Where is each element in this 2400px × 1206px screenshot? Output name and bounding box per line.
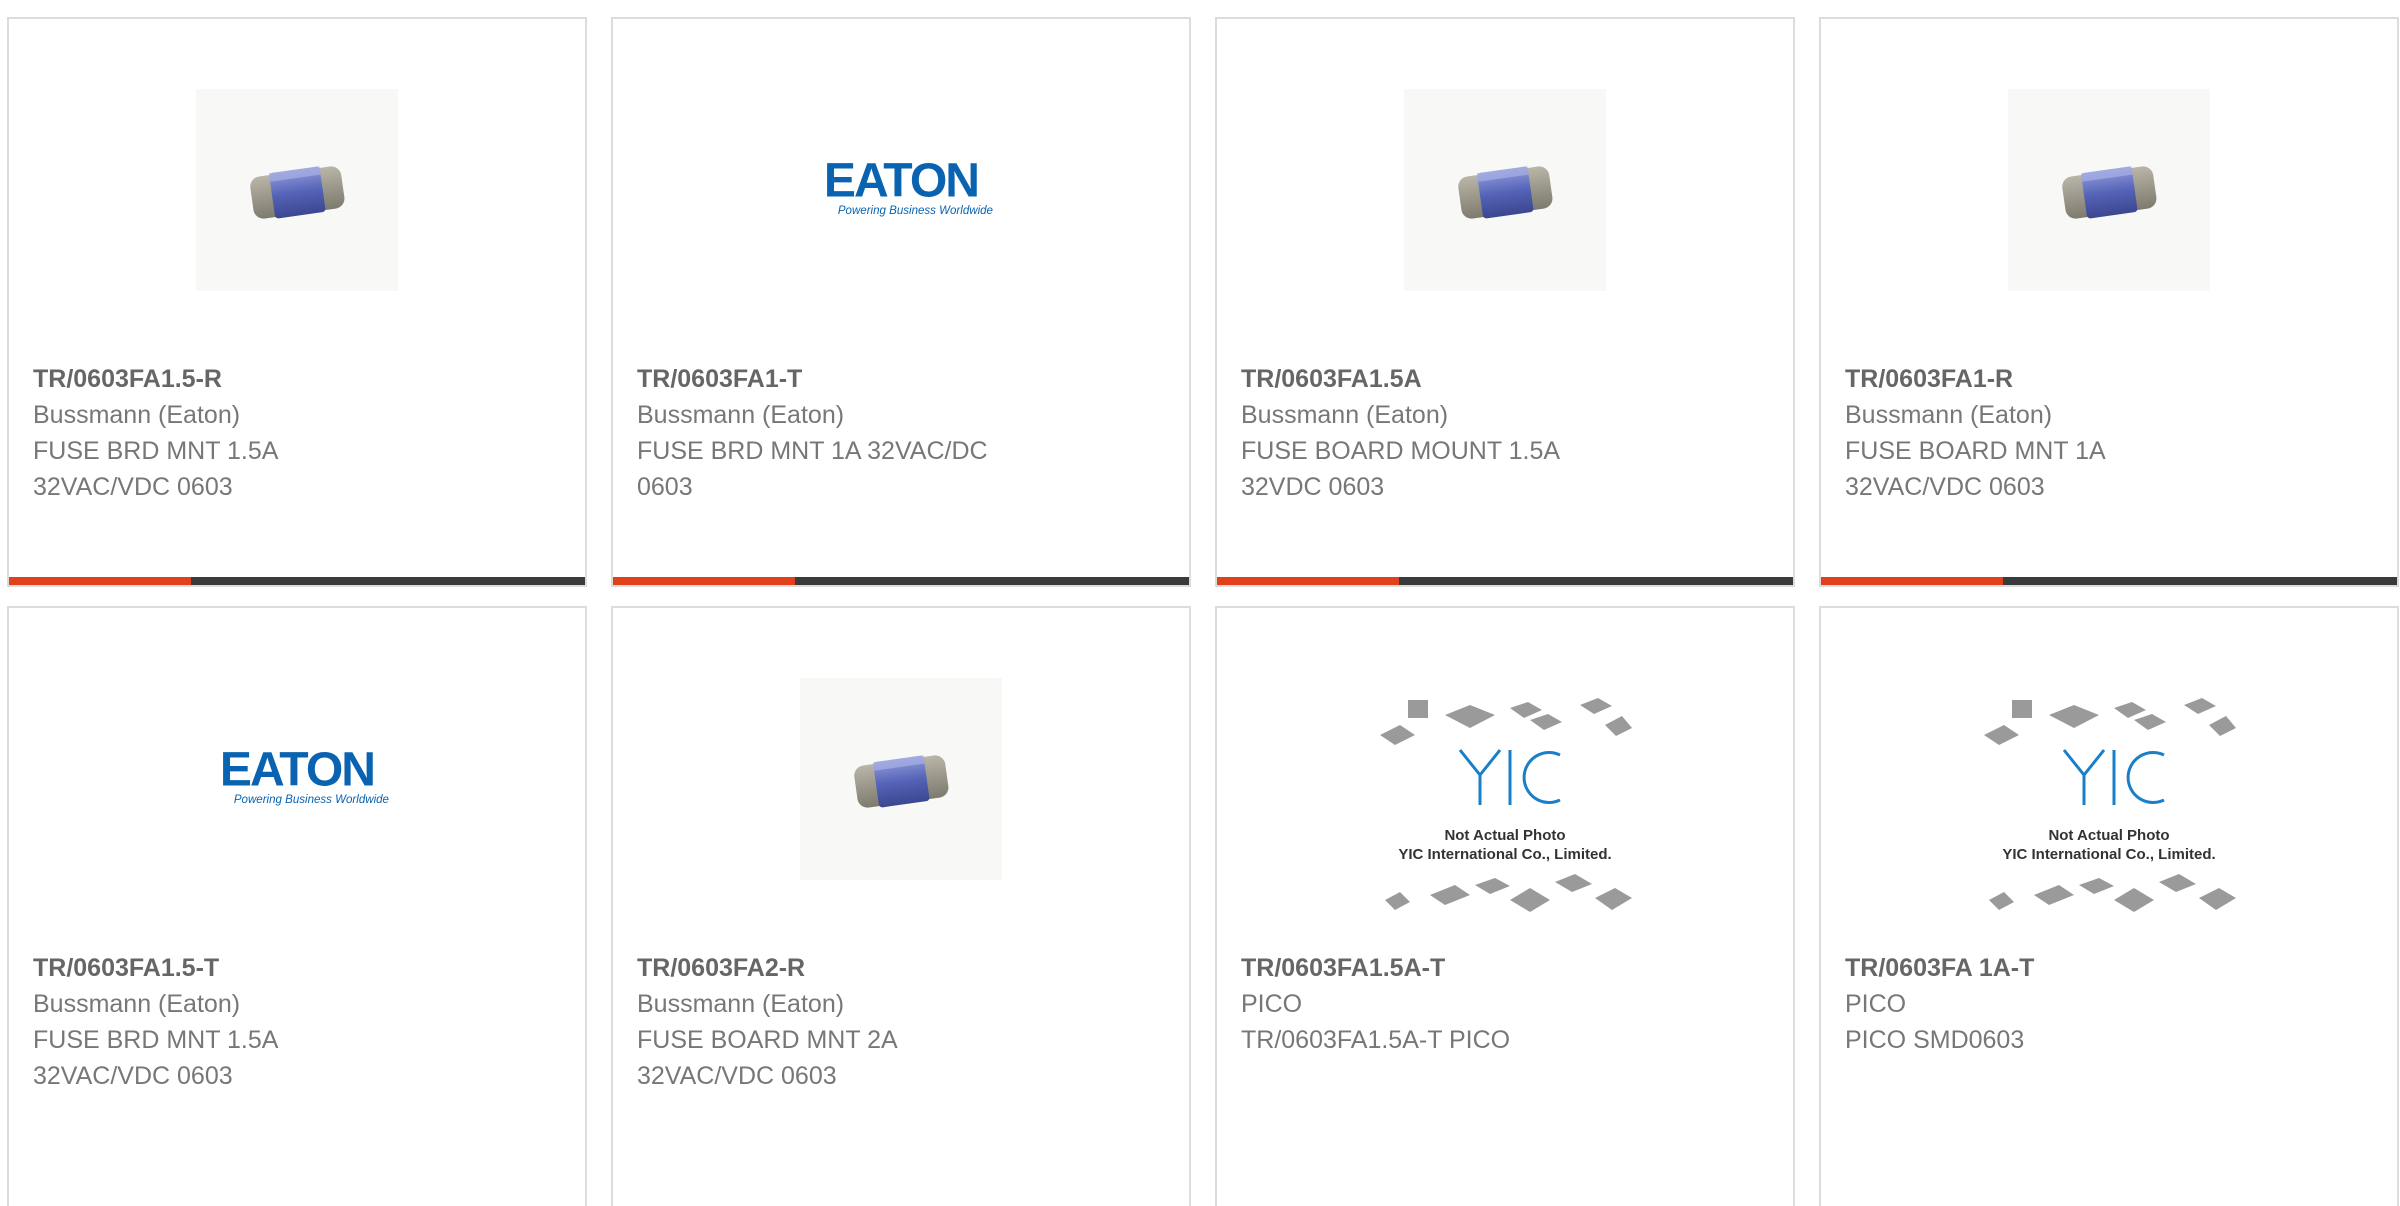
description-line-2: 32VDC 0603 bbox=[1241, 473, 1385, 501]
part-number-link[interactable]: TR/0603FA 1A-T bbox=[1845, 950, 2285, 986]
product-image[interactable]: Not Actual Photo YIC International Co., … bbox=[1370, 690, 1640, 940]
part-number-link[interactable]: TR/0603FA1.5-T bbox=[33, 950, 473, 986]
eaton-logo-icon: EATON Powering Business Worldwide bbox=[824, 155, 993, 217]
yic-caption-2: YIC International Co., Limited. bbox=[1398, 846, 1611, 863]
product-card[interactable]: EATON Powering Business Worldwide TR/060… bbox=[611, 17, 1191, 587]
description-line-1: PICO SMD0603 bbox=[1845, 1026, 2025, 1054]
product-image[interactable] bbox=[2008, 89, 2210, 291]
part-number-link[interactable]: TR/0603FA1.5A-T bbox=[1241, 950, 1681, 986]
fuse-chip-icon bbox=[1420, 105, 1590, 275]
description-line-1: FUSE BOARD MOUNT 1.5A bbox=[1241, 437, 1561, 465]
part-number-link[interactable]: TR/0603FA1-R bbox=[1845, 361, 2285, 397]
eaton-wordmark: EATON bbox=[824, 155, 978, 208]
manufacturer: Bussmann (Eaton) bbox=[1845, 401, 2053, 429]
fuse-chip-icon bbox=[212, 105, 382, 275]
product-image[interactable]: EATON Powering Business Worldwide bbox=[800, 89, 1002, 291]
manufacturer: PICO bbox=[1845, 990, 1907, 1018]
yic-caption-1: Not Actual Photo bbox=[1444, 827, 1565, 844]
product-card[interactable]: TR/0603FA2-R Bussmann (Eaton) FUSE BOARD… bbox=[611, 606, 1191, 1206]
product-card[interactable]: TR/0603FA1.5A Bussmann (Eaton) FUSE BOAR… bbox=[1215, 17, 1795, 587]
manufacturer: Bussmann (Eaton) bbox=[1241, 401, 1449, 429]
description-line-1: FUSE BRD MNT 1A 32VAC/DC bbox=[637, 437, 988, 465]
manufacturer: PICO bbox=[1241, 990, 1303, 1018]
manufacturer: Bussmann (Eaton) bbox=[637, 401, 845, 429]
part-number-link[interactable]: TR/0603FA1-T bbox=[637, 361, 1077, 397]
product-image[interactable] bbox=[800, 678, 1002, 880]
eaton-tagline: Powering Business Worldwide bbox=[838, 205, 993, 217]
yic-placeholder-icon: Not Actual Photo YIC International Co., … bbox=[1984, 698, 2236, 912]
product-card[interactable]: Not Actual Photo YIC International Co., … bbox=[1819, 606, 2399, 1206]
card-bottom-bar bbox=[9, 577, 585, 585]
product-card[interactable]: Not Actual Photo YIC International Co., … bbox=[1215, 606, 1795, 1206]
description-line-2: 0603 bbox=[637, 473, 693, 501]
description-line-2: 32VAC/VDC 0603 bbox=[33, 473, 233, 501]
card-accent bbox=[9, 577, 191, 585]
description-line-2: 32VAC/VDC 0603 bbox=[1845, 473, 2045, 501]
description-line-1: FUSE BOARD MNT 1A bbox=[1845, 437, 2106, 465]
card-accent bbox=[1217, 577, 1399, 585]
description-line-1: FUSE BRD MNT 1.5A bbox=[33, 437, 279, 465]
description-line-2: 32VAC/VDC 0603 bbox=[33, 1062, 233, 1090]
product-card[interactable]: TR/0603FA1.5-R Bussmann (Eaton) FUSE BRD… bbox=[7, 17, 587, 587]
part-number-link[interactable]: TR/0603FA1.5-R bbox=[33, 361, 473, 397]
part-number-link[interactable]: TR/0603FA1.5A bbox=[1241, 361, 1681, 397]
manufacturer: Bussmann (Eaton) bbox=[33, 401, 241, 429]
manufacturer: Bussmann (Eaton) bbox=[33, 990, 241, 1018]
eaton-wordmark: EATON bbox=[220, 744, 374, 797]
yic-placeholder-icon: Not Actual Photo YIC International Co., … bbox=[1380, 698, 1632, 912]
fuse-chip-icon bbox=[2024, 105, 2194, 275]
part-number-link[interactable]: TR/0603FA2-R bbox=[637, 950, 1077, 986]
product-card[interactable]: EATON Powering Business Worldwide TR/060… bbox=[7, 606, 587, 1206]
yic-caption-1: Not Actual Photo bbox=[2048, 827, 2169, 844]
card-accent bbox=[613, 577, 795, 585]
yic-caption-2: YIC International Co., Limited. bbox=[2002, 846, 2215, 863]
card-accent bbox=[1821, 577, 2003, 585]
card-bottom-bar bbox=[613, 577, 1189, 585]
product-grid: TR/0603FA1.5-R Bussmann (Eaton) FUSE BRD… bbox=[0, 0, 2400, 1206]
product-image[interactable] bbox=[196, 89, 398, 291]
card-bottom-bar bbox=[1821, 577, 2397, 585]
product-card[interactable]: TR/0603FA1-R Bussmann (Eaton) FUSE BOARD… bbox=[1819, 17, 2399, 587]
description-line-1: FUSE BRD MNT 1.5A bbox=[33, 1026, 279, 1054]
description-line-2: 32VAC/VDC 0603 bbox=[637, 1062, 837, 1090]
description-line-1: FUSE BOARD MNT 2A bbox=[637, 1026, 898, 1054]
product-image[interactable]: EATON Powering Business Worldwide bbox=[196, 678, 398, 880]
eaton-logo-icon: EATON Powering Business Worldwide bbox=[220, 744, 389, 806]
card-bottom-bar bbox=[1217, 577, 1793, 585]
description-line-1: TR/0603FA1.5A-T PICO bbox=[1241, 1026, 1511, 1054]
product-image[interactable]: Not Actual Photo YIC International Co., … bbox=[1974, 690, 2244, 940]
eaton-tagline: Powering Business Worldwide bbox=[234, 794, 389, 806]
manufacturer: Bussmann (Eaton) bbox=[637, 990, 845, 1018]
fuse-chip-icon bbox=[816, 694, 986, 864]
product-image[interactable] bbox=[1404, 89, 1606, 291]
